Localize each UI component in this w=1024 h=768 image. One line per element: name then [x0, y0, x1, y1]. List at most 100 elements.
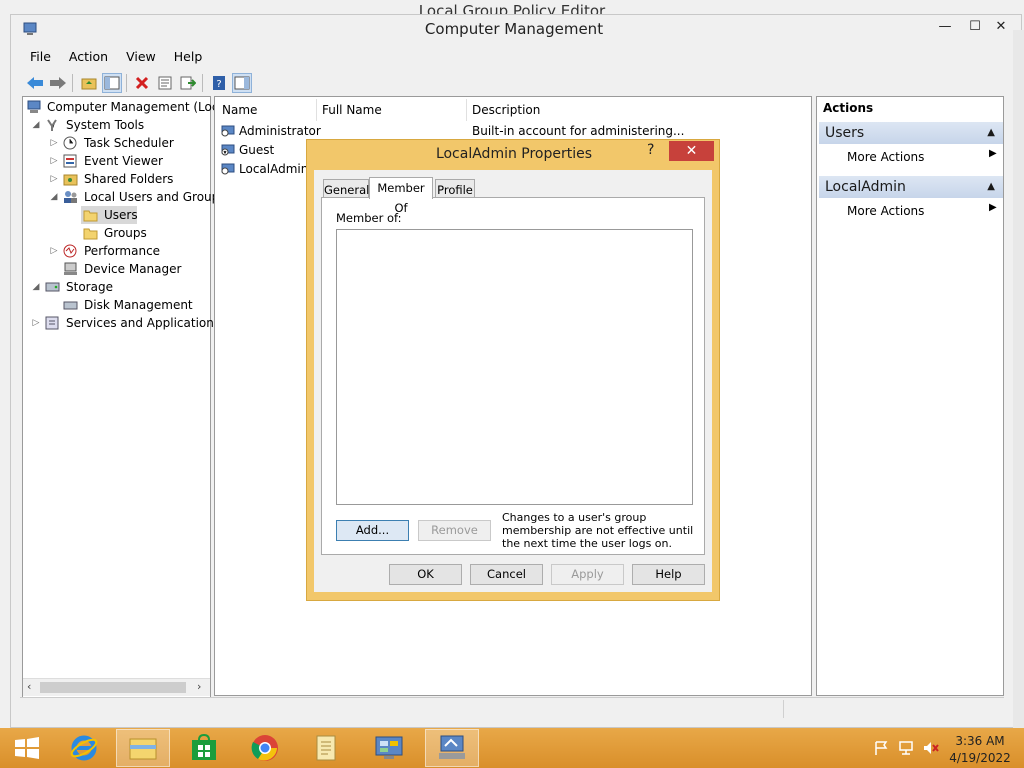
user-icon — [221, 125, 235, 137]
dialog-close-button[interactable]: ✕ — [669, 141, 714, 161]
taskbar-internet-explorer[interactable] — [57, 729, 111, 767]
control-panel-icon — [375, 736, 403, 759]
tab-general[interactable]: General — [323, 179, 369, 199]
remove-button[interactable]: Remove — [418, 520, 491, 541]
console-tree: Computer Management (Local ◢ System Tool… — [22, 96, 229, 698]
expand-icon[interactable]: ▷ — [49, 170, 59, 188]
event-viewer-icon — [63, 154, 77, 168]
disabled-user-icon — [221, 144, 235, 156]
expand-icon[interactable]: ▷ — [31, 314, 41, 332]
actions-section-localadmin[interactable]: LocalAdmin ▲ — [819, 176, 1003, 198]
folder-icon — [83, 228, 98, 240]
services-icon — [45, 316, 59, 330]
computer-icon — [27, 100, 41, 113]
taskbar-computer-management[interactable] — [425, 729, 479, 767]
menu-help[interactable]: Help — [165, 47, 212, 67]
dialog-help-button[interactable]: ? — [647, 142, 665, 158]
apply-button[interactable]: Apply — [551, 564, 624, 585]
volume-muted-icon[interactable] — [922, 740, 940, 756]
collapse-section-icon[interactable]: ▲ — [987, 176, 995, 198]
member-of-label: Member of: — [336, 211, 402, 225]
actions-section-users[interactable]: Users ▲ — [819, 122, 1003, 144]
dialog-body: General Member Of Profile Member of: Add… — [314, 170, 712, 592]
performance-icon — [63, 244, 77, 258]
add-button[interactable]: Add... — [336, 520, 409, 541]
tab-profile[interactable]: Profile — [435, 179, 475, 199]
taskbar-control-panel[interactable] — [362, 729, 416, 767]
maximize-button[interactable]: ☐ — [961, 17, 989, 37]
computer-management-taskbar-icon — [439, 735, 465, 759]
more-actions-localadmin[interactable]: More Actions — [847, 202, 924, 220]
submenu-arrow-icon: ▶ — [989, 148, 997, 159]
help-toolbar-button[interactable]: ? — [209, 73, 229, 93]
delete-button[interactable] — [132, 73, 152, 93]
membership-note: Changes to a user's group membership are… — [502, 511, 694, 550]
column-header-description[interactable]: Description — [472, 101, 540, 119]
clock-date[interactable]: 4/19/2022 — [946, 751, 1014, 765]
member-of-list[interactable] — [336, 229, 693, 505]
taskbar-chrome[interactable] — [238, 729, 292, 767]
member-of-tab-page: Member of: Add... Remove Changes to a us… — [321, 197, 705, 555]
clock-time[interactable]: 3:36 AM — [950, 734, 1010, 748]
help-button[interactable]: Help — [632, 564, 705, 585]
device-manager-icon — [64, 262, 77, 275]
status-bar — [20, 697, 1004, 721]
expand-icon[interactable]: ▷ — [49, 242, 59, 260]
close-button[interactable]: ✕ — [987, 17, 1015, 37]
expand-icon[interactable]: ▷ — [49, 134, 59, 152]
collapse-icon[interactable]: ◢ — [49, 188, 59, 206]
actions-header: Actions — [823, 101, 874, 115]
forward-button[interactable] — [48, 73, 68, 93]
column-header-full-name[interactable]: Full Name — [322, 101, 382, 119]
more-actions-users[interactable]: More Actions — [847, 148, 924, 166]
properties-button[interactable] — [155, 73, 175, 93]
minimize-button[interactable]: — — [931, 17, 959, 37]
back-arrow-icon — [27, 77, 43, 89]
collapse-icon[interactable]: ◢ — [31, 278, 41, 296]
forward-arrow-icon — [50, 77, 66, 89]
network-icon[interactable] — [898, 740, 916, 756]
column-header-name[interactable]: Name — [222, 101, 257, 119]
scroll-right-icon[interactable]: › — [197, 680, 201, 693]
clock-icon — [63, 136, 77, 150]
taskbar-store[interactable] — [177, 729, 231, 767]
action-pane-icon — [234, 76, 250, 90]
export-list-icon — [180, 76, 196, 90]
scrollbar-thumb[interactable] — [40, 682, 186, 693]
ok-button[interactable]: OK — [389, 564, 462, 585]
tree-horizontal-scrollbar[interactable]: ‹ › — [23, 678, 210, 696]
actions-pane: Actions Users ▲ More Actions ▶ LocalAdmi… — [816, 96, 1004, 696]
chrome-icon — [251, 735, 278, 761]
start-button[interactable] — [0, 729, 54, 767]
windows-logo-icon — [15, 737, 39, 759]
action-center-flag-icon[interactable] — [873, 740, 889, 756]
back-button[interactable] — [25, 73, 45, 93]
menu-view[interactable]: View — [117, 47, 165, 67]
expand-icon[interactable]: ▷ — [49, 152, 59, 170]
properties-icon — [158, 76, 172, 90]
menu-file[interactable]: File — [21, 47, 60, 67]
collapse-icon[interactable]: ◢ — [31, 116, 41, 134]
cancel-button[interactable]: Cancel — [470, 564, 543, 585]
taskbar — [0, 728, 1024, 768]
show-hide-action-pane-button[interactable] — [232, 73, 252, 93]
export-list-button[interactable] — [178, 73, 198, 93]
window-title: Computer Management — [424, 20, 604, 38]
delete-x-icon — [135, 76, 149, 90]
scroll-left-icon[interactable]: ‹ — [27, 680, 31, 693]
storage-icon — [45, 282, 60, 292]
tab-member-of[interactable]: Member Of — [369, 177, 433, 215]
menu-bar: File Action View Help — [21, 47, 1015, 67]
taskbar-notepad-scroll[interactable] — [299, 729, 353, 767]
shared-folder-icon — [63, 174, 78, 186]
file-explorer-icon — [129, 738, 157, 760]
right-edge-scrollbar[interactable] — [1013, 30, 1024, 728]
list-row-administrator[interactable]: Administrator Built-in account for admin… — [221, 122, 801, 140]
svg-text:?: ? — [216, 79, 221, 90]
taskbar-file-explorer[interactable] — [116, 729, 170, 767]
tree-node-users[interactable]: Users — [81, 206, 138, 224]
show-hide-console-tree-button[interactable] — [102, 73, 122, 93]
up-level-button[interactable] — [79, 73, 99, 93]
menu-action[interactable]: Action — [60, 47, 117, 67]
collapse-section-icon[interactable]: ▲ — [987, 122, 995, 144]
